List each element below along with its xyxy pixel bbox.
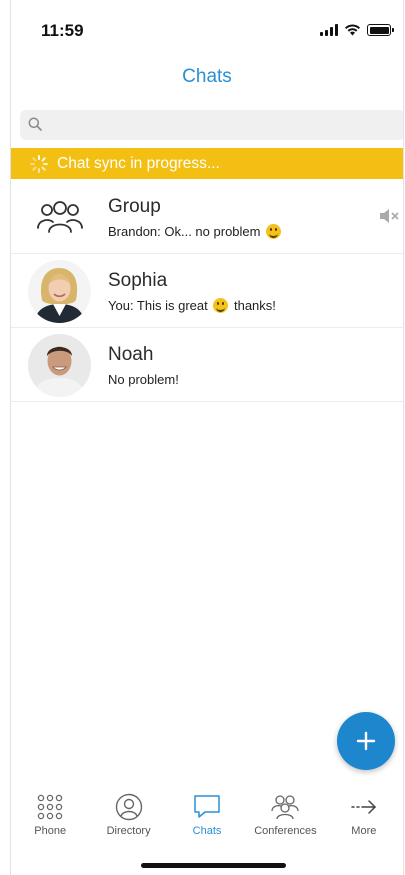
chat-list: Group Brandon: Ok... no problem Sophia Y… [11, 180, 403, 402]
tab-label: More [351, 825, 377, 837]
person-icon [115, 791, 143, 823]
arrow-more-icon [350, 791, 378, 823]
chat-preview-text: You: This is great [108, 298, 208, 313]
muted-speaker-icon [380, 209, 399, 223]
tab-conferences[interactable]: Conferences [246, 785, 324, 845]
loading-spinner-icon [30, 154, 48, 173]
tab-directory[interactable]: Directory [89, 785, 167, 845]
tab-bar: Phone Directory Chats Conferences More [11, 785, 403, 845]
page-title: Chats [182, 66, 232, 87]
chat-preview: You: This is great thanks! [108, 298, 276, 313]
group-icon [28, 186, 91, 249]
tab-more[interactable]: More [325, 785, 403, 845]
status-icons [320, 24, 394, 36]
chat-preview-text: Brandon: Ok... no problem [108, 224, 261, 239]
chat-row-sophia[interactable]: Sophia You: This is great thanks! [11, 254, 403, 328]
sync-banner-text: Chat sync in progress... [57, 154, 220, 172]
conference-icon [270, 791, 300, 823]
wifi-icon [345, 24, 360, 36]
home-indicator [141, 863, 286, 868]
dialpad-icon [36, 791, 64, 823]
chat-preview: No problem! [108, 372, 179, 387]
status-time: 11:59 [41, 21, 84, 40]
new-chat-button[interactable] [337, 712, 395, 770]
chat-preview: Brandon: Ok... no problem [108, 224, 283, 239]
app-frame: 11:59 Chats Chat sync in progress... Gro… [10, 0, 404, 875]
avatar [28, 260, 91, 323]
search-bar[interactable] [20, 110, 403, 140]
battery-icon [367, 24, 394, 36]
chat-name: Group [108, 196, 161, 217]
search-icon [28, 117, 42, 131]
avatar [28, 334, 91, 397]
tab-chats[interactable]: Chats [168, 785, 246, 845]
smile-emoji-icon [213, 298, 229, 313]
chat-name: Sophia [108, 270, 168, 291]
status-bar: 11:59 [11, 0, 403, 60]
tab-label: Conferences [254, 825, 317, 837]
smile-emoji-icon [266, 224, 282, 239]
plus-icon [356, 731, 376, 751]
chat-bubble-icon [193, 791, 221, 823]
signal-icon [320, 24, 338, 36]
tab-label: Phone [34, 825, 67, 837]
tab-label: Directory [106, 825, 151, 837]
chat-name: Noah [108, 344, 154, 365]
search-input[interactable] [48, 110, 388, 140]
tab-phone[interactable]: Phone [11, 785, 89, 845]
chat-row-noah[interactable]: Noah No problem! [11, 328, 403, 402]
sync-banner: Chat sync in progress... [11, 148, 403, 179]
tab-label: Chats [192, 825, 222, 837]
chat-preview-suffix: thanks! [233, 298, 276, 313]
chat-row-group[interactable]: Group Brandon: Ok... no problem [11, 180, 403, 254]
